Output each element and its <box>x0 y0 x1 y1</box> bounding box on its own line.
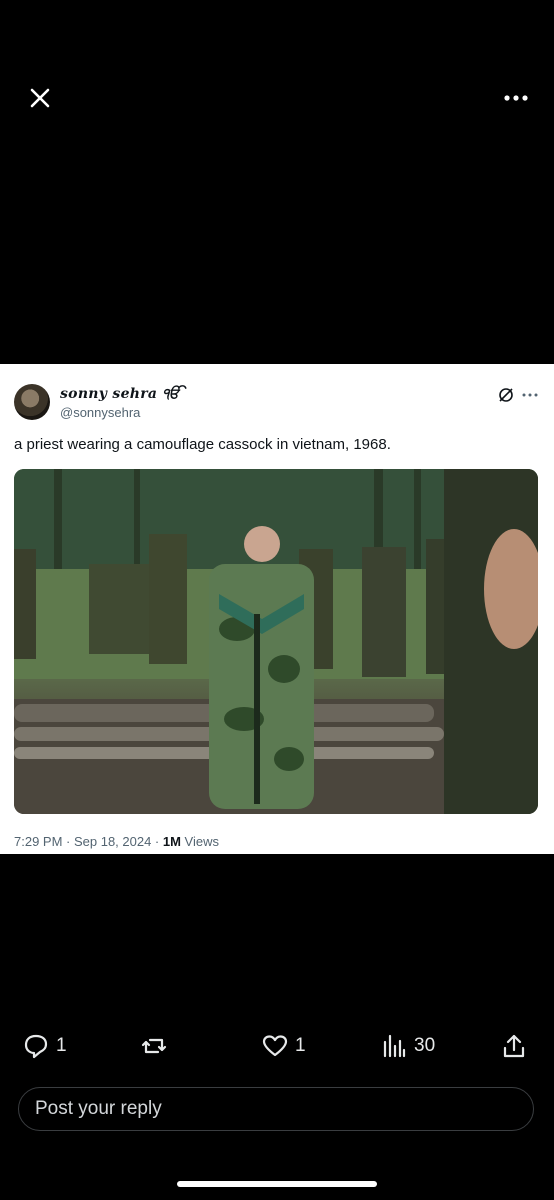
tweet-timestamp: 7:29 PM · Sep 18, 2024 · <box>14 834 163 849</box>
repost-button[interactable] <box>140 1030 174 1062</box>
reply-icon <box>24 1034 48 1059</box>
user-handle: @sonnysehra <box>60 405 141 420</box>
embedded-tweet-screenshot: sonny sehra ੴ @sonnysehra a priest weari… <box>0 364 554 854</box>
views-count: 1M <box>162 834 181 849</box>
reply-count: 1 <box>56 1035 67 1056</box>
reply-input[interactable]: Post your reply <box>18 1087 534 1131</box>
views-label: Views <box>180 834 219 849</box>
avatar <box>14 384 50 420</box>
share-icon <box>503 1034 525 1058</box>
views-button[interactable]: 30 <box>380 1030 435 1062</box>
edit-icon <box>499 388 513 402</box>
display-name: sonny sehra ੴ <box>60 386 180 402</box>
tweet-text: a priest wearing a camouflage cassock in… <box>14 436 391 453</box>
like-count: 1 <box>295 1035 306 1056</box>
like-icon <box>262 1035 288 1057</box>
more-options-button[interactable] <box>500 86 532 110</box>
share-button[interactable] <box>500 1030 528 1062</box>
photo-illustration <box>14 469 538 814</box>
reply-button[interactable]: 1 <box>22 1030 67 1062</box>
more-icon <box>504 95 528 101</box>
reply-placeholder: Post your reply <box>35 1098 162 1119</box>
repost-icon <box>141 1038 167 1054</box>
tweet-meta: 7:29 PM · Sep 18, 2024 · 1M Views <box>14 834 219 849</box>
views-icon <box>383 1034 406 1058</box>
close-icon <box>30 88 50 108</box>
tweet-photo <box>14 469 538 814</box>
views-action-count: 30 <box>414 1035 436 1056</box>
close-button[interactable] <box>24 82 56 114</box>
home-indicator[interactable] <box>177 1181 377 1187</box>
media-viewer-topbar <box>0 0 554 200</box>
card-more-icon <box>522 393 538 397</box>
like-button[interactable]: 1 <box>261 1030 306 1062</box>
